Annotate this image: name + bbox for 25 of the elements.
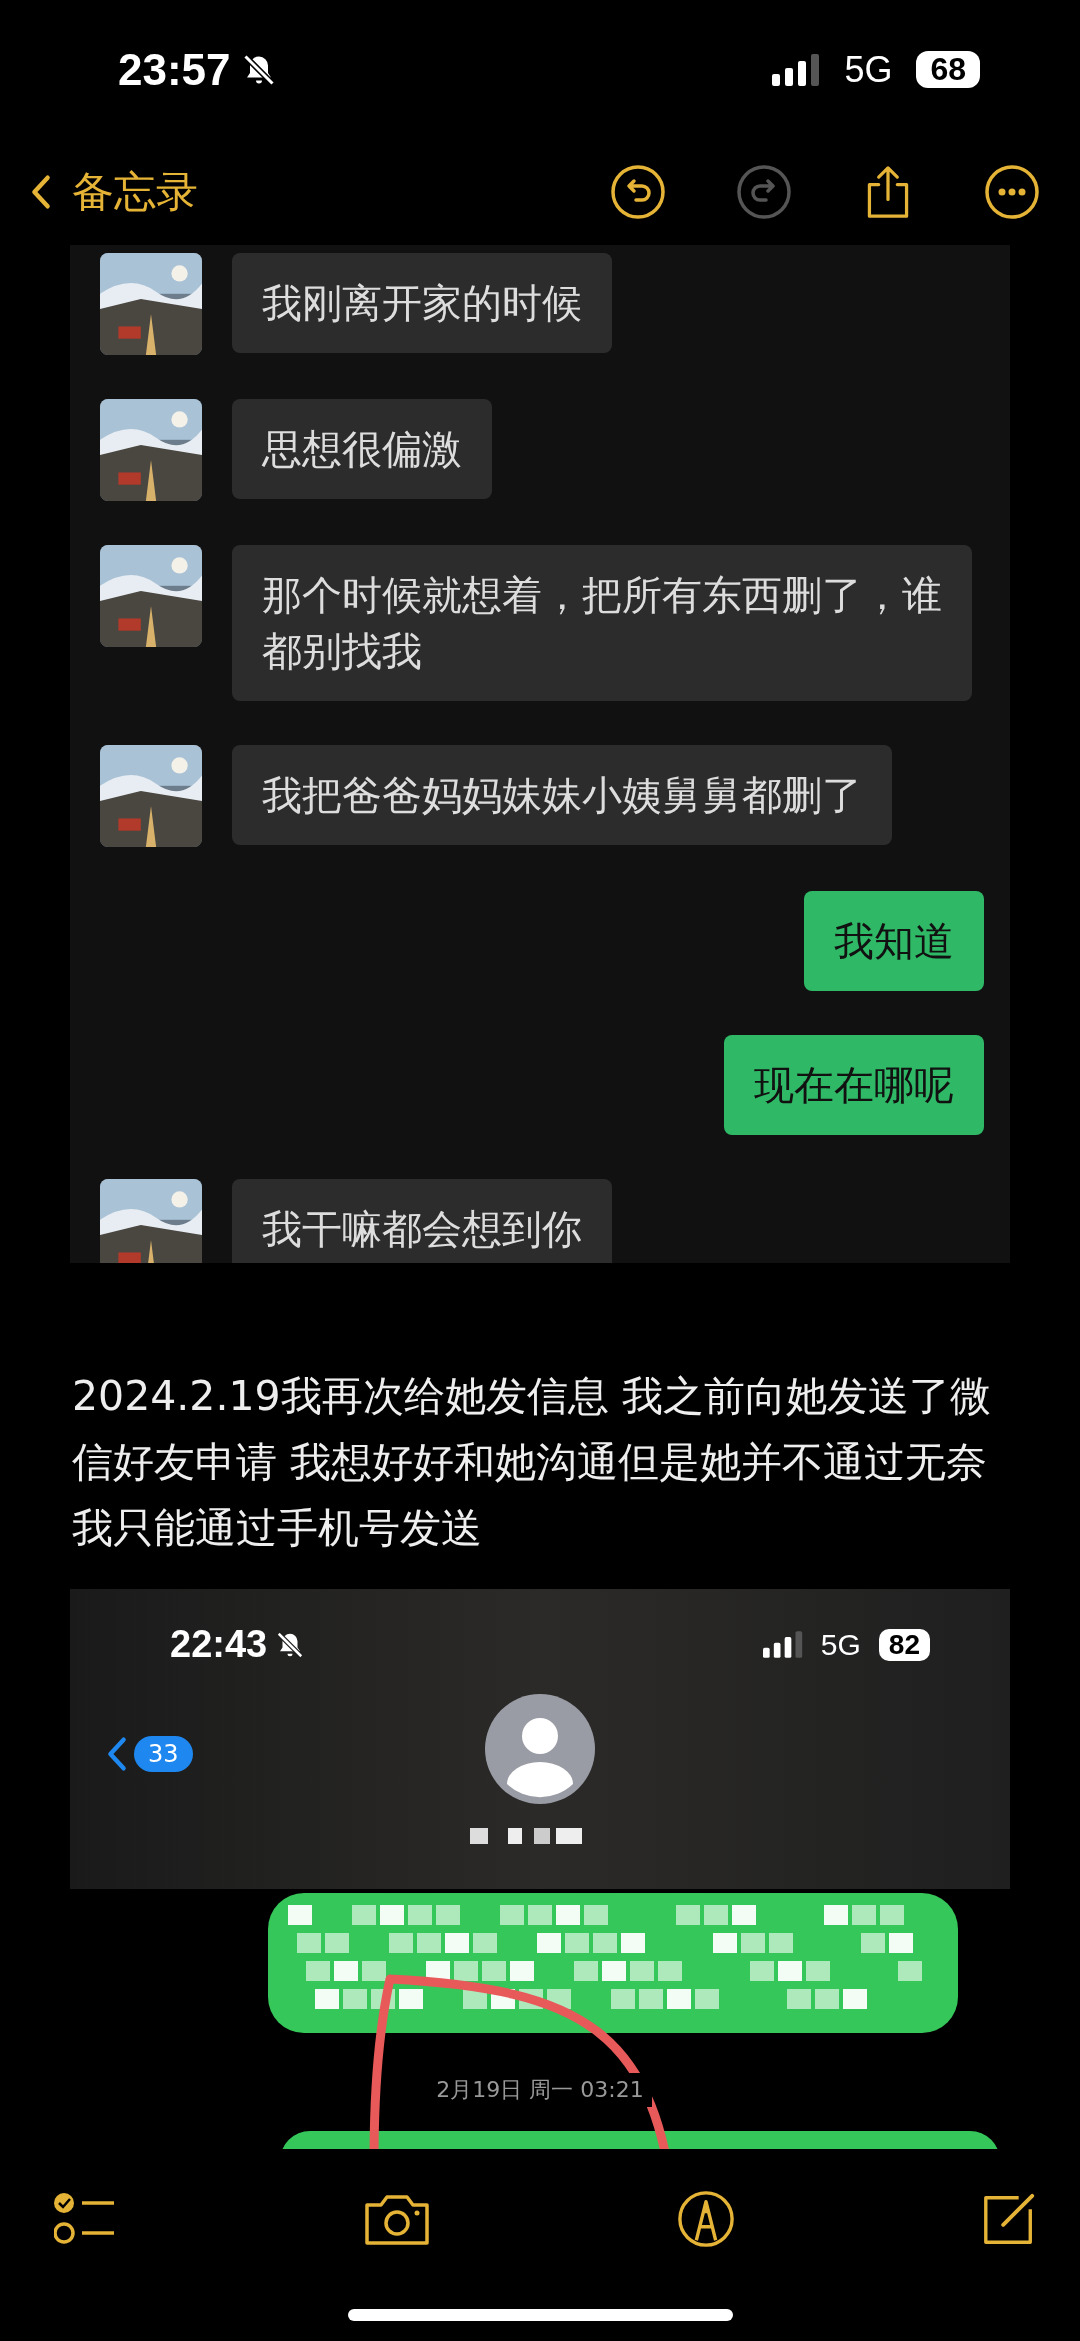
- redo-icon[interactable]: [736, 164, 792, 221]
- sent-message: 我知道: [804, 890, 984, 991]
- contact-avatar-icon: [485, 1694, 595, 1805]
- signal-icon: [762, 1631, 803, 1659]
- sent-message: 现在在哪呢: [724, 1034, 984, 1135]
- chevron-icon: [30, 174, 52, 211]
- bell-slash-icon: [275, 1629, 306, 1660]
- network-label: 5G: [844, 48, 893, 91]
- received-message: 那个时候就想着，把所有东西删了，谁都别找我: [232, 544, 972, 701]
- battery-indicator: 68: [916, 51, 980, 89]
- note-paragraph: 2024.2.19我再次给她发信息 我之前向她发送了微信好友申请 我想好好和她沟通但是她并不通过无奈我只能通过手机号发送: [72, 1371, 992, 1555]
- received-message: 思想很偏激: [232, 398, 492, 499]
- received-message: 我干嘛都会想到你: [232, 1178, 612, 1264]
- signal-icon: [772, 53, 821, 86]
- status-time: 23:57: [118, 44, 231, 95]
- unread-badge: 33: [134, 1736, 193, 1773]
- back-button[interactable]: 备忘录: [30, 164, 198, 221]
- more-icon[interactable]: [984, 164, 1040, 221]
- markup-pen-icon[interactable]: [676, 2190, 735, 2249]
- received-message: 我刚离开家的时候: [232, 252, 612, 353]
- received-message: 我把爸爸妈妈妹妹小姨舅舅都删了: [232, 744, 892, 845]
- undo-icon[interactable]: [610, 164, 666, 221]
- status-time: 22:43: [170, 1623, 268, 1667]
- battery-indicator: 82: [878, 1628, 930, 1661]
- network-label: 5G: [820, 1627, 861, 1662]
